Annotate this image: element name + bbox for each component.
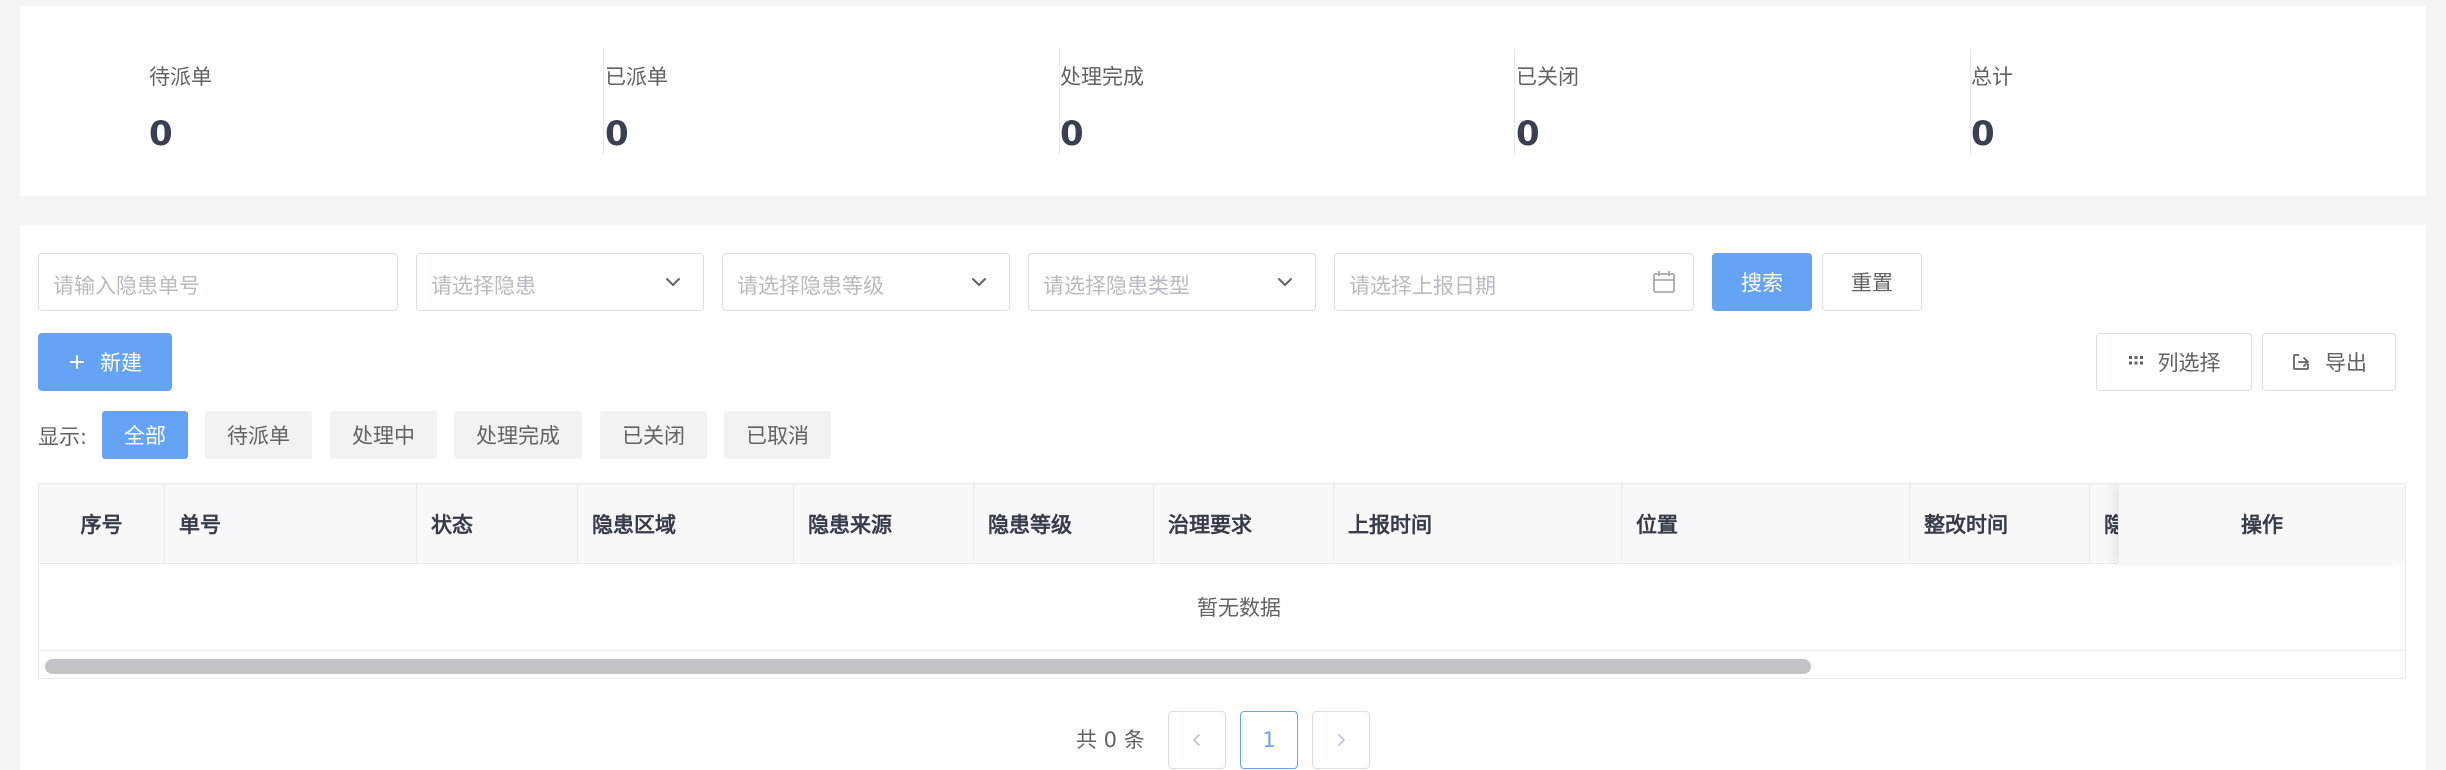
column-header-location[interactable]: 位置 (1622, 484, 1910, 564)
order-no-placeholder: 请输入隐患单号 (53, 274, 200, 298)
stat-value: 0 (1516, 114, 1540, 154)
chevron-down-icon (1278, 278, 1292, 286)
chevron-left-icon (1193, 734, 1200, 746)
filter-chip-all[interactable]: 全部 (102, 411, 188, 459)
stat-label: 处理完成 (1060, 65, 1144, 89)
page-button-current[interactable]: 1 (1240, 711, 1298, 769)
column-select-button[interactable]: 列选择 (2096, 333, 2252, 391)
main-panel: 请输入隐患单号 请选择隐患 请选择隐患等级 请选择隐患类型 请选择上报日期 搜索… (20, 225, 2426, 770)
scrollbar-thumb[interactable] (45, 659, 1811, 674)
hazard-table: 序号 单号 状态 隐患区域 隐患来源 隐患等级 治理要求 上报时间 位置 整改时… (38, 483, 2406, 679)
filter-chip-pending[interactable]: 待派单 (205, 411, 312, 459)
column-header-area[interactable]: 隐患区域 (578, 484, 794, 564)
export-icon (2291, 352, 2311, 372)
next-page-button[interactable] (1312, 711, 1370, 769)
stat-value: 0 (605, 114, 629, 154)
stat-closed: 已关闭 0 (1516, 49, 1971, 154)
grid-icon (2128, 354, 2144, 370)
column-header-status[interactable]: 状态 (417, 484, 578, 564)
stats-panel: 待派单 0 已派单 0 处理完成 0 已关闭 0 总计 0 (20, 6, 2426, 196)
column-header-level[interactable]: 隐患等级 (974, 484, 1154, 564)
table-header: 序号 单号 状态 隐患区域 隐患来源 隐患等级 治理要求 上报时间 位置 整改时… (39, 484, 2405, 564)
reset-button[interactable]: 重置 (1822, 253, 1922, 311)
new-button-label: 新建 (100, 351, 142, 375)
pagination-total: 共 0 条 (1076, 728, 1145, 752)
plus-icon (68, 353, 86, 371)
column-header-report-time[interactable]: 上报时间 (1334, 484, 1622, 564)
stat-divider (603, 49, 604, 154)
column-header-index[interactable]: 序号 (39, 484, 165, 564)
stat-dispatched: 已派单 0 (605, 49, 1060, 154)
type-placeholder: 请选择隐患类型 (1043, 274, 1190, 298)
hazard-placeholder: 请选择隐患 (431, 274, 536, 298)
filter-chip-cancelled[interactable]: 已取消 (724, 411, 831, 459)
stat-divider (1514, 49, 1515, 154)
filter-label: 显示: (38, 425, 88, 449)
calendar-icon (1653, 271, 1675, 293)
prev-page-button[interactable] (1168, 711, 1226, 769)
filter-chip-completed[interactable]: 处理完成 (454, 411, 582, 459)
search-button[interactable]: 搜索 (1712, 253, 1812, 311)
stat-label: 待派单 (149, 65, 212, 89)
stat-value: 0 (1060, 114, 1084, 154)
stat-pending: 待派单 0 (149, 49, 604, 154)
chevron-down-icon (666, 278, 680, 286)
filter-chip-closed[interactable]: 已关闭 (600, 411, 707, 459)
column-header-order-no[interactable]: 单号 (165, 484, 417, 564)
stat-label: 总计 (1971, 65, 2013, 89)
column-header-rectify-time[interactable]: 整改时间 (1910, 484, 2090, 564)
filter-chip-processing[interactable]: 处理中 (330, 411, 437, 459)
stat-label: 已关闭 (1516, 65, 1579, 89)
empty-state: 暂无数据 (1197, 596, 1281, 620)
column-header-source[interactable]: 隐患来源 (794, 484, 974, 564)
stat-total: 总计 0 (1971, 49, 2426, 154)
column-select-label: 列选择 (2157, 351, 2221, 375)
stat-completed: 处理完成 0 (1060, 49, 1515, 154)
horizontal-scrollbar[interactable] (39, 650, 2405, 678)
export-button[interactable]: 导出 (2262, 333, 2396, 391)
order-no-input[interactable]: 请输入隐患单号 (38, 253, 398, 311)
stat-label: 已派单 (605, 65, 668, 89)
level-placeholder: 请选择隐患等级 (737, 274, 884, 298)
level-select[interactable]: 请选择隐患等级 (722, 253, 1010, 311)
stat-value: 0 (149, 114, 173, 154)
export-label: 导出 (2325, 351, 2367, 375)
chevron-down-icon (972, 278, 986, 286)
column-header-actions: 操作 (2118, 484, 2405, 564)
stat-value: 0 (1971, 114, 1995, 154)
report-date-picker[interactable]: 请选择上报日期 (1334, 253, 1694, 311)
hazard-select[interactable]: 请选择隐患 (416, 253, 704, 311)
type-select[interactable]: 请选择隐患类型 (1028, 253, 1316, 311)
new-button[interactable]: 新建 (38, 333, 172, 391)
date-placeholder: 请选择上报日期 (1349, 274, 1496, 298)
column-header-requirement[interactable]: 治理要求 (1154, 484, 1334, 564)
chevron-right-icon (1338, 734, 1345, 746)
